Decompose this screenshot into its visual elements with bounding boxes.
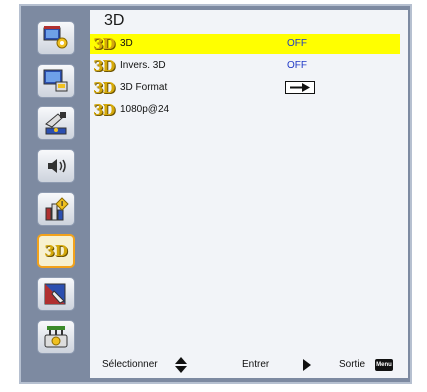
setup-icon: [45, 112, 67, 135]
row-value: OFF: [287, 60, 307, 71]
menu-row-invers-3d[interactable]: 3D Invers. 3D OFF: [90, 56, 400, 76]
sidebar-item-options[interactable]: [37, 192, 75, 226]
right-arrow-icon[interactable]: [285, 81, 315, 94]
sidebar: 3D: [23, 8, 89, 380]
row-label: 3D Format: [120, 82, 168, 93]
3d-logo-icon: 3D: [93, 35, 115, 53]
exit-hint: Sortie: [339, 359, 366, 370]
menu-row-1080p24[interactable]: 3D 1080p@24: [90, 100, 400, 120]
options-icon: [45, 197, 69, 221]
network-icon: [44, 326, 68, 348]
sidebar-item-image[interactable]: [37, 21, 75, 55]
select-hint: Sélectionner: [102, 359, 158, 370]
row-value: OFF: [287, 38, 307, 49]
up-down-arrow-icon: [175, 357, 187, 373]
sidebar-item-setup[interactable]: [37, 106, 75, 140]
picture-settings-icon: [43, 26, 68, 49]
sidebar-item-network[interactable]: [37, 320, 75, 354]
volume-icon: [48, 159, 66, 173]
display-settings-icon: [43, 69, 68, 92]
sidebar-item-lamp[interactable]: [37, 277, 75, 311]
page-title: 3D: [104, 12, 125, 29]
menu-row-3d[interactable]: 3D 3D OFF: [90, 34, 400, 54]
enter-hint: Entrer: [242, 359, 270, 370]
3d-logo-icon: 3D: [93, 101, 115, 119]
menu-row-3d-format[interactable]: 3D 3D Format: [90, 78, 400, 98]
osd-frame: 3D 3D 3D 3D OFF 3D Invers. 3D OFF 3D 3D …: [19, 4, 412, 384]
main-panel: 3D 3D 3D OFF 3D Invers. 3D OFF 3D 3D For…: [90, 10, 408, 378]
menu-key-icon: Menu: [375, 359, 393, 371]
sidebar-item-3d[interactable]: 3D: [37, 234, 75, 268]
row-label: Invers. 3D: [120, 60, 166, 71]
right-triangle-icon: [303, 359, 311, 371]
3d-logo-icon: 3D: [93, 57, 115, 75]
row-label: 1080p@24: [120, 104, 170, 115]
3d-icon: 3D: [44, 242, 68, 260]
sidebar-item-display[interactable]: [37, 64, 75, 98]
lamp-icon: [44, 283, 66, 305]
footer-hints: Sélectionner Entrer Sortie Menu: [90, 355, 408, 375]
sidebar-item-volume[interactable]: [37, 149, 75, 183]
3d-logo-icon: 3D: [93, 79, 115, 97]
row-label: 3D: [120, 38, 133, 49]
